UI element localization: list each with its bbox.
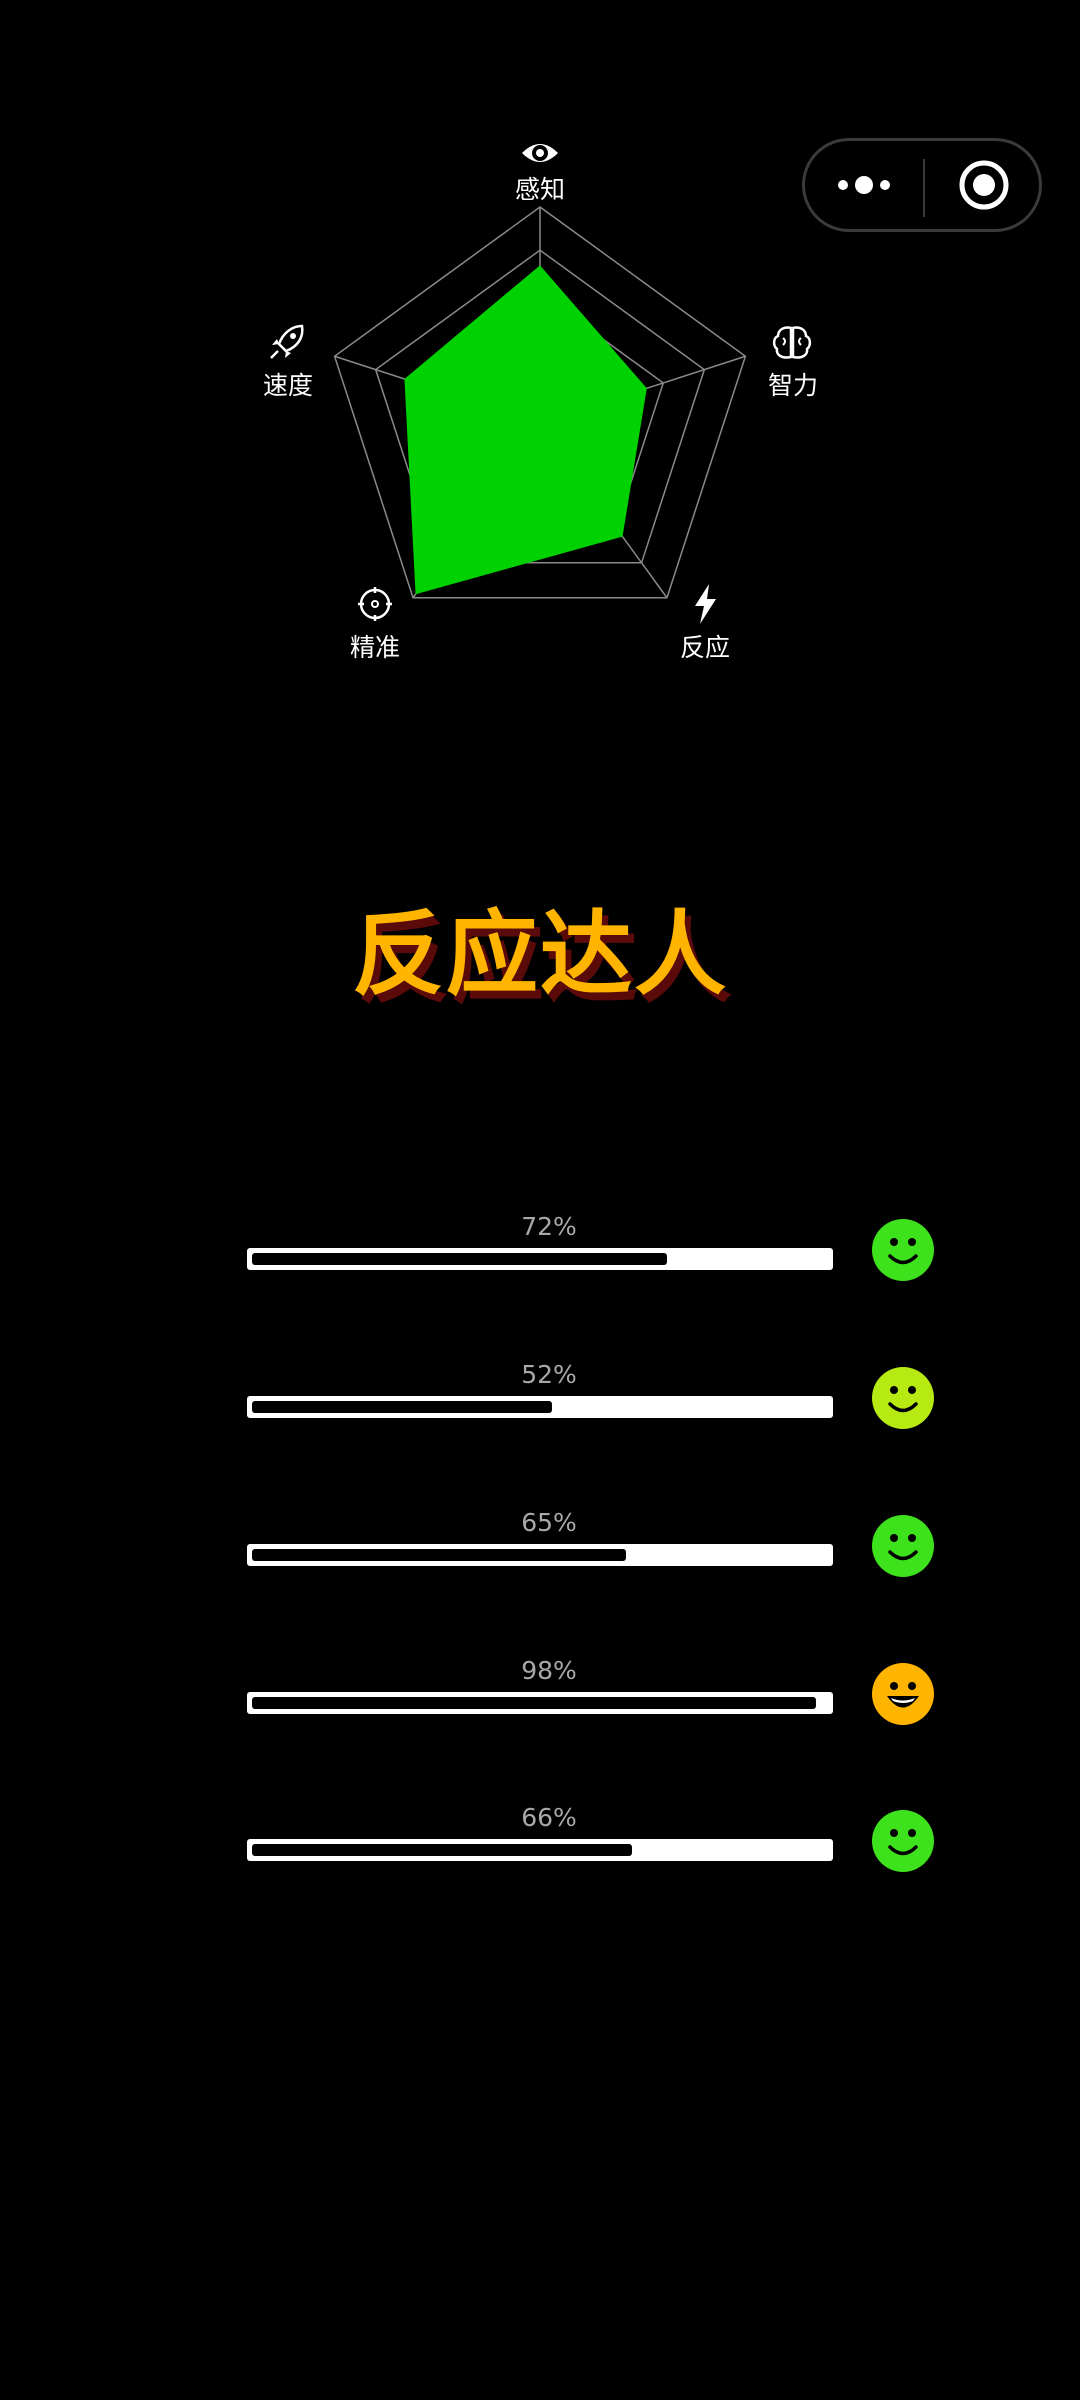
axis-label-speed: 速度: [262, 371, 313, 400]
grin-face-icon: [872, 1663, 934, 1725]
axis-label-perception: 感知: [514, 175, 565, 204]
smile-face-icon: [872, 1810, 934, 1872]
smile-face-icon: [872, 1219, 934, 1281]
progress-bar: [247, 1396, 833, 1418]
progress-bar: [247, 1544, 833, 1566]
crosshair-icon: [345, 578, 405, 628]
lightning-icon: [675, 578, 735, 628]
stat-row: 66%: [0, 1803, 1080, 1913]
progress-bar-fill: [252, 1549, 627, 1561]
progress-bar: [247, 1692, 833, 1714]
progress-bar-fill: [252, 1844, 633, 1856]
stat-row: 65%: [0, 1508, 1080, 1618]
progress-bar: [247, 1839, 833, 1861]
result-title: 反应达人: [351, 901, 728, 1008]
progress-bar: [247, 1248, 833, 1270]
stat-percent-label: 66%: [521, 1803, 577, 1832]
brain-icon: [762, 318, 822, 368]
stat-percent-label: 65%: [521, 1508, 577, 1537]
stat-row: 98%: [0, 1656, 1080, 1766]
progress-bar-fill: [252, 1697, 817, 1709]
axis-label-intelligence: 智力: [767, 371, 818, 400]
smile-face-icon: [872, 1367, 934, 1429]
progress-bar-fill: [252, 1253, 667, 1265]
rocket-icon: [258, 318, 318, 368]
axis-label-reaction: 反应: [679, 633, 730, 662]
stat-row: 52%: [0, 1360, 1080, 1470]
stat-percent-label: 98%: [521, 1656, 577, 1685]
progress-bar-fill: [252, 1401, 552, 1413]
stat-percent-label: 72%: [521, 1212, 577, 1241]
radar-chart: [333, 206, 747, 599]
axis-label-precision: 精准: [349, 633, 400, 662]
radar-area: [404, 265, 647, 595]
stat-row: 72%: [0, 1212, 1080, 1322]
smile-face-icon: [872, 1515, 934, 1577]
stat-percent-label: 52%: [521, 1360, 577, 1389]
